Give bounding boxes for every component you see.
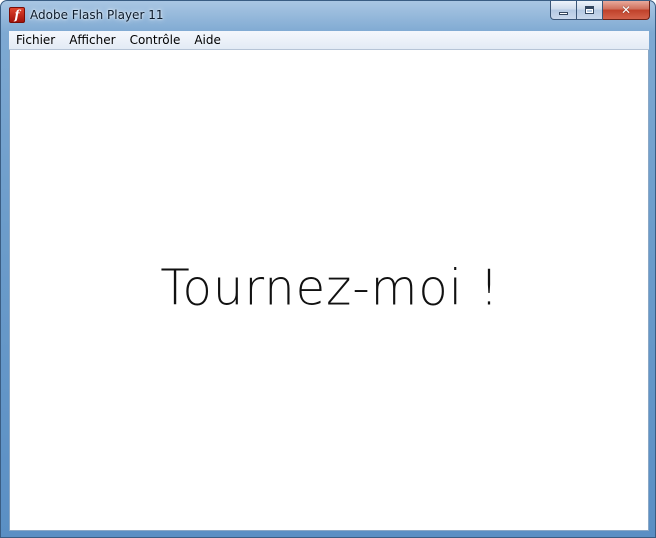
stage-message: Tournez-moi ! — [160, 259, 500, 317]
close-button[interactable]: ✕ — [603, 1, 650, 20]
maximize-button[interactable] — [577, 1, 603, 20]
maximize-icon — [585, 6, 594, 14]
menu-item-controle[interactable]: Contrôle — [123, 31, 188, 50]
caption-buttons: ✕ — [550, 1, 650, 20]
window-title: Adobe Flash Player 11 — [30, 8, 164, 22]
app-window: f Adobe Flash Player 11 ✕ Fichier Affich… — [0, 0, 656, 538]
title-bar[interactable]: f Adobe Flash Player 11 ✕ — [1, 1, 655, 31]
flash-icon[interactable]: f — [9, 7, 25, 23]
menu-item-afficher[interactable]: Afficher — [62, 31, 122, 50]
menu-item-aide[interactable]: Aide — [187, 31, 228, 50]
menu-item-fichier[interactable]: Fichier — [9, 31, 62, 50]
close-icon: ✕ — [620, 3, 632, 17]
menu-bar: Fichier Afficher Contrôle Aide — [9, 31, 649, 50]
minimize-icon — [559, 11, 568, 15]
flash-stage[interactable]: Tournez-moi ! — [9, 50, 649, 531]
minimize-button[interactable] — [550, 1, 577, 20]
